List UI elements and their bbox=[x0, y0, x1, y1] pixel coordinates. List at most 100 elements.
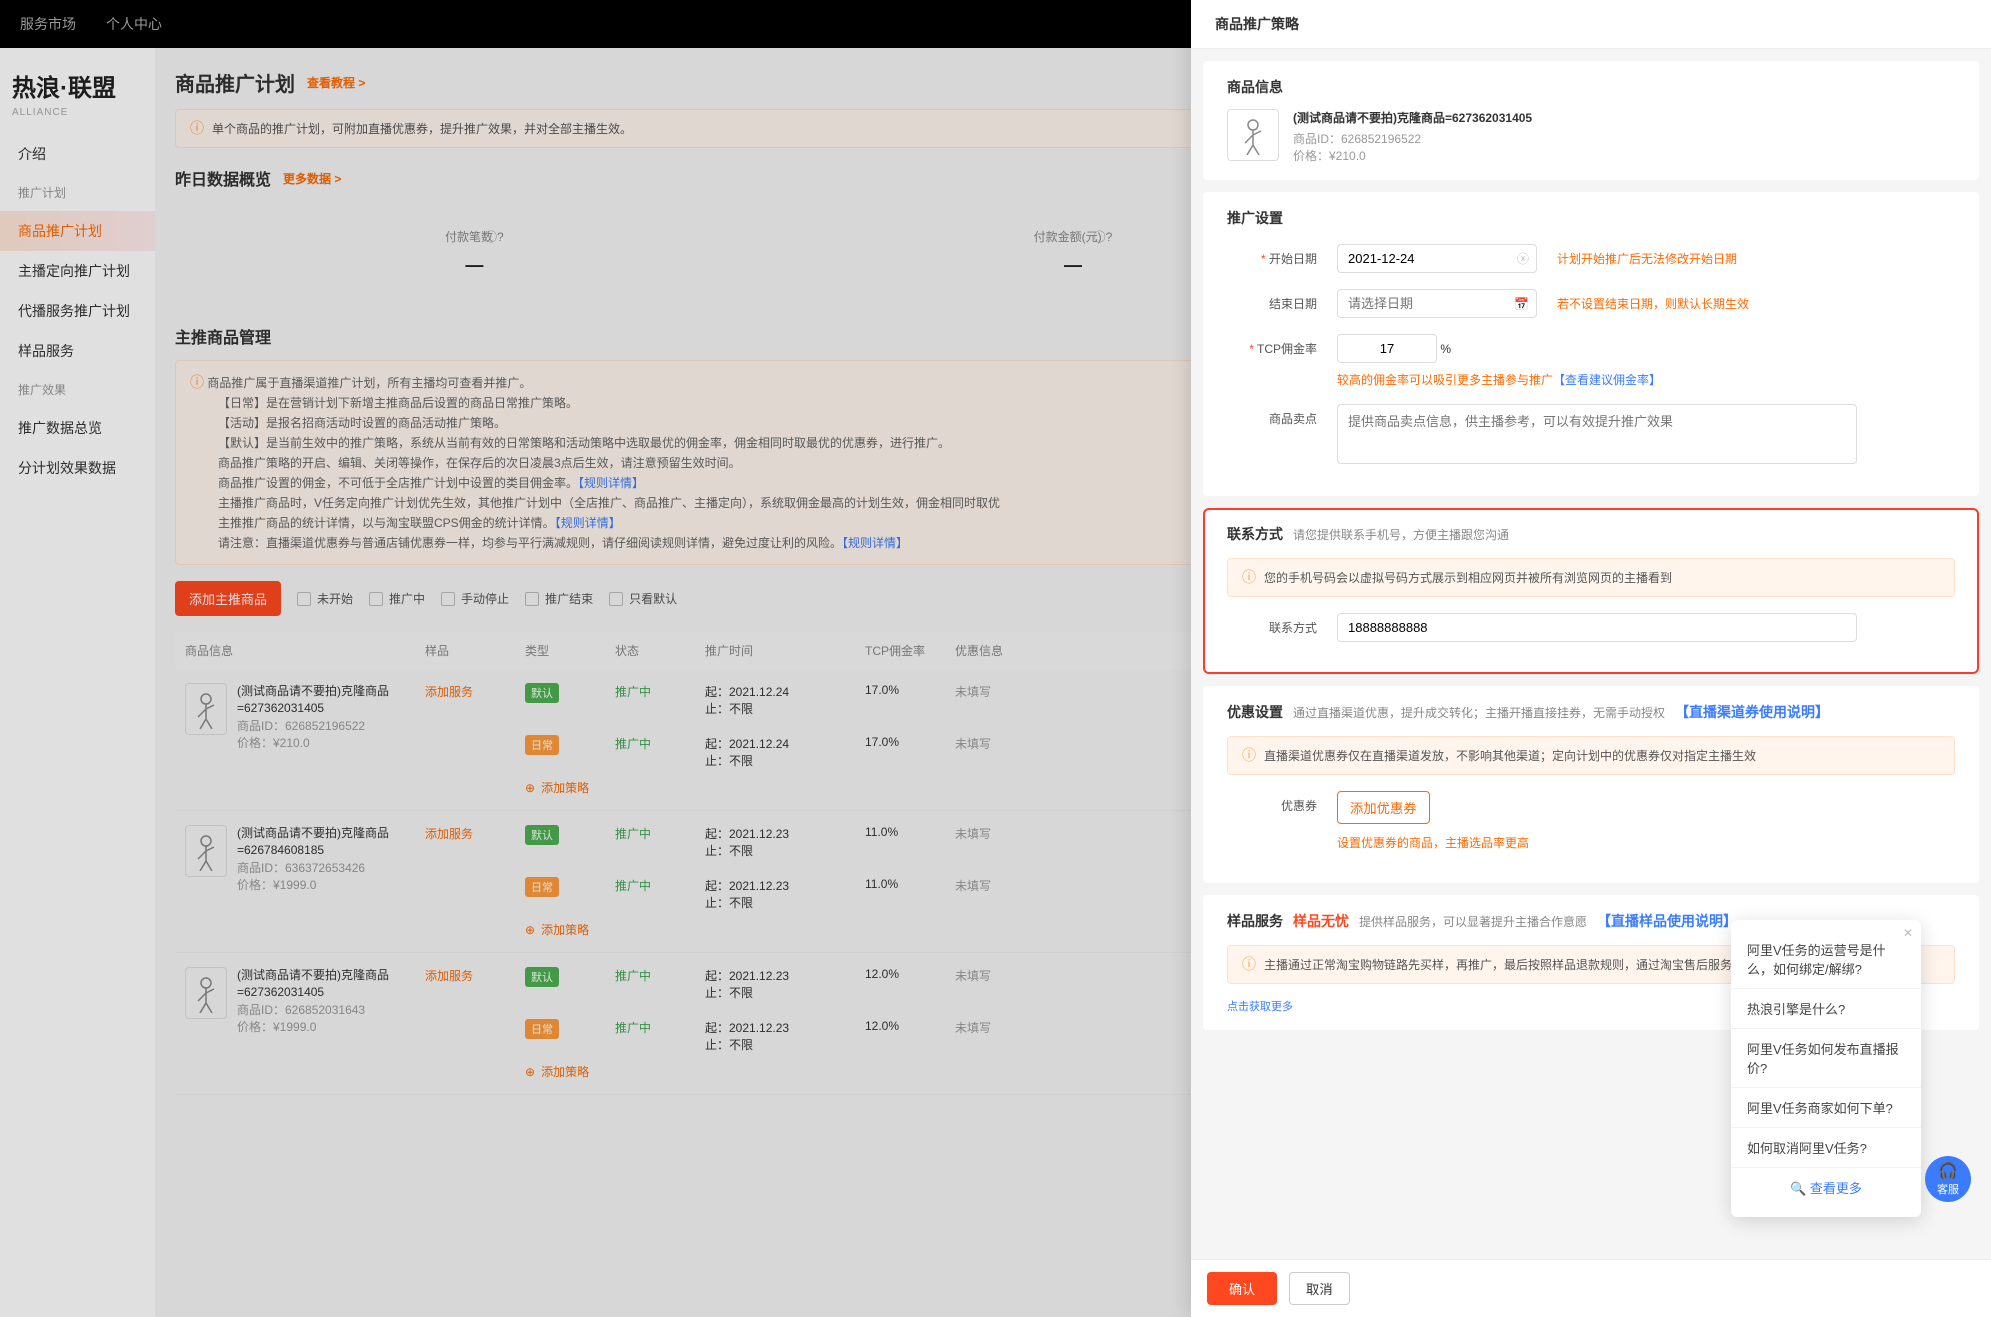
nav-item-product-plan[interactable]: 商品推广计划 bbox=[0, 211, 155, 251]
stat-value: — bbox=[215, 255, 734, 276]
product-thumb bbox=[185, 967, 227, 1019]
plus-icon: ⊕ bbox=[525, 1065, 535, 1079]
add-service-link[interactable]: 添加服务 bbox=[425, 685, 473, 699]
nav-item-sample-service[interactable]: 样品服务 bbox=[0, 331, 155, 371]
search-icon: 🔍 bbox=[1790, 1181, 1806, 1196]
col-header: 商品信息 bbox=[175, 642, 425, 659]
topbar-market[interactable]: 服务市场 bbox=[20, 14, 76, 34]
nav-effect-header: 推广效果 bbox=[0, 371, 155, 408]
coupon-label: 优惠券 bbox=[1227, 791, 1317, 814]
filter-label: 未开始 bbox=[317, 590, 353, 607]
panel-product-id: 商品ID：626852196522 bbox=[1293, 130, 1532, 147]
help-icon[interactable]: ⃝? bbox=[1106, 228, 1113, 245]
help-icon[interactable]: ⃝? bbox=[497, 228, 504, 245]
time-end: 止：不限 bbox=[705, 1036, 865, 1053]
close-icon[interactable]: ✕ bbox=[1903, 926, 1913, 940]
plus-icon: ⊕ bbox=[525, 923, 535, 937]
rule-detail-link[interactable]: 【规则详情】 bbox=[578, 476, 644, 490]
nav-item-plan-data[interactable]: 分计划效果数据 bbox=[0, 448, 155, 488]
filter-notstarted[interactable]: 未开始 bbox=[297, 590, 353, 607]
time-start: 起：2021.12.23 bbox=[705, 1019, 865, 1036]
sellpoint-input[interactable] bbox=[1337, 404, 1857, 464]
col-header: 状态 bbox=[615, 642, 705, 659]
time-end: 止：不限 bbox=[705, 842, 865, 859]
logo-main: 热浪·联盟 bbox=[0, 60, 155, 107]
coupon-title: 优惠设置 bbox=[1227, 702, 1283, 722]
info-icon: ⓘ bbox=[190, 120, 204, 137]
logo-sub: ALLIANCE bbox=[0, 107, 155, 134]
clear-icon[interactable]: ⓧ bbox=[1517, 250, 1529, 267]
add-service-link[interactable]: 添加服务 bbox=[425, 969, 473, 983]
help-item[interactable]: 如何取消阿里V任务? bbox=[1731, 1128, 1921, 1168]
add-service-link[interactable]: 添加服务 bbox=[425, 827, 473, 841]
time-start: 起：2021.12.23 bbox=[705, 825, 865, 842]
add-coupon-button[interactable]: 添加优惠券 bbox=[1337, 791, 1430, 824]
type-tag: 默认 bbox=[525, 967, 559, 987]
help-item[interactable]: 热浪引擎是什么? bbox=[1731, 989, 1921, 1029]
rule-detail-link[interactable]: 【规则详情】 bbox=[842, 536, 908, 550]
contact-title: 联系方式 bbox=[1227, 524, 1283, 544]
filter-label: 只看默认 bbox=[629, 590, 677, 607]
info-icon: ⓘ bbox=[1242, 956, 1256, 973]
help-item[interactable]: 阿里V任务的运营号是什么，如何绑定/解绑? bbox=[1731, 930, 1921, 989]
stat-label: 付款笔数 bbox=[445, 228, 493, 245]
filter-promoting[interactable]: 推广中 bbox=[369, 590, 425, 607]
filter-label: 推广中 bbox=[389, 590, 425, 607]
rate-text: 17.0% bbox=[865, 683, 955, 717]
panel-product-title: 商品信息 bbox=[1227, 77, 1955, 97]
nav-plan-header: 推广计划 bbox=[0, 174, 155, 211]
help-item[interactable]: 阿里V任务商家如何下单? bbox=[1731, 1088, 1921, 1128]
start-date-input[interactable] bbox=[1337, 244, 1537, 273]
type-tag: 默认 bbox=[525, 683, 559, 703]
rule-detail-link[interactable]: 【规则详情】 bbox=[555, 516, 621, 530]
end-date-input[interactable] bbox=[1337, 289, 1537, 318]
coupon-text: 未填写 bbox=[955, 877, 1055, 911]
tutorial-link[interactable]: 查看教程 > bbox=[307, 74, 365, 91]
type-tag: 日常 bbox=[525, 735, 559, 755]
sample-doc-link[interactable]: 【直播样品使用说明】 bbox=[1597, 911, 1737, 931]
topbar-center[interactable]: 个人中心 bbox=[106, 14, 162, 34]
sellpoint-label: 商品卖点 bbox=[1227, 404, 1317, 427]
coupon-doc-link[interactable]: 【直播渠道券使用说明】 bbox=[1675, 702, 1829, 722]
info-icon: ⓘ bbox=[1242, 569, 1256, 586]
status-text: 推广中 bbox=[615, 683, 705, 717]
nav-item-broadcast-plan[interactable]: 代播服务推广计划 bbox=[0, 291, 155, 331]
help-item[interactable]: 阿里V任务如何发布直播报价? bbox=[1731, 1029, 1921, 1088]
panel-title: 商品推广策略 bbox=[1191, 0, 1991, 49]
panel-product-price: 价格：¥210.0 bbox=[1293, 147, 1532, 164]
time-start: 起：2021.12.24 bbox=[705, 683, 865, 700]
coupon-hint: 设置优惠券的商品，主播选品率更高 bbox=[1337, 834, 1529, 851]
nav-intro[interactable]: 介绍 bbox=[0, 134, 155, 174]
stat-orders: 付款笔数⃝? — bbox=[215, 228, 734, 276]
filter-stopped[interactable]: 手动停止 bbox=[441, 590, 509, 607]
filter-ended[interactable]: 推广结束 bbox=[525, 590, 593, 607]
product-name: (测试商品请不要拍)克隆商品=626784608185 bbox=[237, 825, 425, 859]
add-product-button[interactable]: 添加主推商品 bbox=[175, 581, 281, 616]
rate-text: 11.0% bbox=[865, 877, 955, 911]
page-title: 商品推广计划 bbox=[175, 68, 295, 97]
confirm-button[interactable]: 确认 bbox=[1207, 1272, 1277, 1305]
plus-icon: ⊕ bbox=[525, 781, 535, 795]
help-more[interactable]: 🔍 查看更多 bbox=[1731, 1168, 1921, 1207]
col-header: 优惠信息 bbox=[955, 642, 1055, 659]
contact-tip: 您的手机号码会以虚拟号码方式展示到相应网页并被所有浏览网页的主播看到 bbox=[1264, 569, 1672, 586]
product-id: 商品ID：626852031643 bbox=[237, 1001, 425, 1018]
contact-input[interactable] bbox=[1337, 613, 1857, 642]
page-tip: 单个商品的推广计划，可附加直播优惠券，提升推广效果，并对全部主播生效。 bbox=[212, 120, 632, 137]
rate-suggest-link[interactable]: 【查看建议佣金率】 bbox=[1553, 373, 1661, 387]
cancel-button[interactable]: 取消 bbox=[1289, 1272, 1350, 1305]
rate-text: 17.0% bbox=[865, 735, 955, 769]
rate-input[interactable] bbox=[1337, 334, 1437, 363]
nav-item-data-overview[interactable]: 推广数据总览 bbox=[0, 408, 155, 448]
sample-sub: 提供样品服务，可以显著提升主播合作意愿 bbox=[1359, 913, 1587, 930]
calendar-icon[interactable]: 📅 bbox=[1514, 297, 1529, 311]
contact-sub: 请您提供联系手机号，方便主播跟您沟通 bbox=[1293, 526, 1509, 543]
filter-default-only[interactable]: 只看默认 bbox=[609, 590, 677, 607]
filter-label: 手动停止 bbox=[461, 590, 509, 607]
customer-service-button[interactable]: 🎧 客服 bbox=[1925, 1156, 1971, 1202]
nav-item-anchor-plan[interactable]: 主播定向推广计划 bbox=[0, 251, 155, 291]
coupon-text: 未填写 bbox=[955, 683, 1055, 717]
start-hint: 计划开始推广后无法修改开始日期 bbox=[1557, 244, 1737, 267]
filter-label: 推广结束 bbox=[545, 590, 593, 607]
more-data-link[interactable]: 更多数据 > bbox=[283, 170, 341, 187]
